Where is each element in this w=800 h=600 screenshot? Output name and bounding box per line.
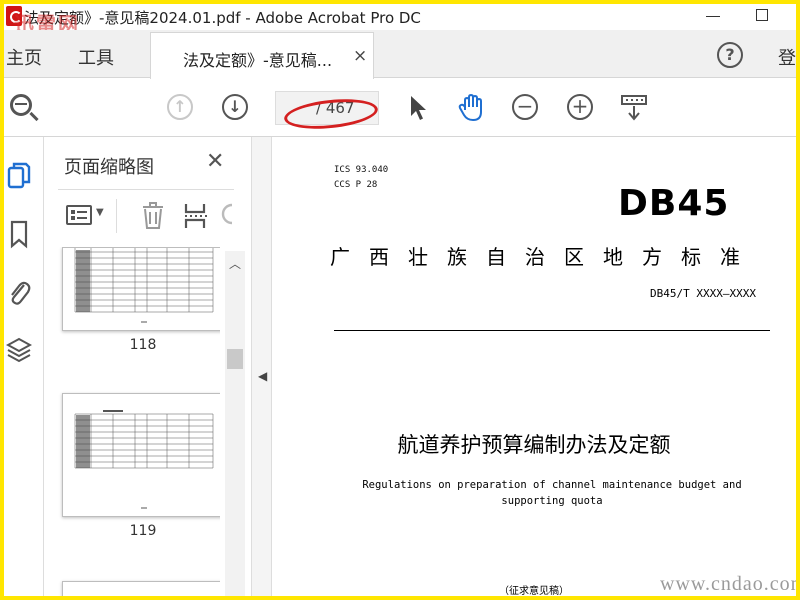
- thumbnail-options-icon[interactable]: [66, 205, 92, 225]
- bookmark-icon[interactable]: [6, 219, 32, 253]
- prev-page-icon[interactable]: ↑: [167, 94, 193, 120]
- watermark-url: www.cndao.com: [660, 573, 796, 595]
- page-thumbnails-panel: 页面缩略图 ✕ ▼ 118 119 ︿: [44, 137, 252, 596]
- minimize-button[interactable]: [706, 9, 720, 23]
- standard-code-logo: DB45: [618, 183, 730, 224]
- thumbnail-page-119[interactable]: [62, 393, 220, 517]
- tab-document[interactable]: 法及定额》-意见稿... ×: [150, 32, 374, 79]
- thumbnail-page-next[interactable]: [62, 581, 220, 596]
- standard-category: 广西壮族自治区地方标准: [330, 245, 759, 269]
- hand-icon[interactable]: [457, 93, 487, 127]
- navigation-rail: [4, 137, 44, 596]
- scroll-mode-icon[interactable]: [620, 94, 648, 122]
- tab-bar: 主页 工具 法及定额》-意见稿... × ? 登录: [4, 30, 796, 79]
- toolbar-separator: [116, 199, 117, 233]
- panel-divider: [58, 189, 234, 190]
- next-page-icon[interactable]: ↓: [222, 94, 248, 120]
- thumbnail-list: 118 119: [58, 247, 220, 596]
- layers-icon[interactable]: [5, 335, 33, 369]
- window-title: 法及定额》-意见稿2024.01.pdf - Adobe Acrobat Pro…: [24, 9, 421, 27]
- document-classification: ICS 93.040 CCS P 28: [334, 163, 388, 193]
- chevron-up-icon[interactable]: ︿: [229, 255, 241, 272]
- ccs-code: CCS P 28: [334, 180, 378, 190]
- ics-code: ICS 93.040: [334, 165, 389, 175]
- thumbnail-page-118[interactable]: [62, 247, 220, 331]
- attachment-icon[interactable]: [6, 277, 32, 311]
- select-cursor-icon[interactable]: [408, 94, 428, 126]
- search-icon[interactable]: [10, 94, 32, 116]
- zoom-in-icon[interactable]: +: [567, 94, 593, 120]
- standard-number: DB45/T XXXX—XXXX: [650, 287, 756, 300]
- maximize-button[interactable]: [756, 9, 768, 21]
- thumbnail-table-preview: [74, 248, 214, 323]
- header-rule: [334, 330, 770, 331]
- zoom-out-icon[interactable]: −: [512, 94, 538, 120]
- document-title-english: Regulations on preparation of channel ma…: [362, 479, 742, 507]
- collapse-arrow-icon[interactable]: ◀: [258, 369, 267, 383]
- close-tab-icon[interactable]: ×: [353, 46, 367, 66]
- acrobat-window: 法及定额》-意见稿2024.01.pdf - Adobe Acrobat Pro…: [4, 4, 796, 596]
- document-page: ICS 93.040 CCS P 28 DB45 广西壮族自治区地方标准 DB4…: [272, 137, 796, 596]
- tab-home[interactable]: 主页: [6, 44, 42, 70]
- thumbnail-table-preview: [74, 410, 214, 509]
- sign-in-link[interactable]: 登录: [778, 44, 796, 70]
- document-tab-label: 法及定额》-意见稿...: [183, 51, 333, 70]
- thumbnail-scrollbar[interactable]: ︿: [225, 251, 245, 596]
- delete-page-icon[interactable]: [140, 201, 166, 235]
- chevron-down-icon[interactable]: ▼: [96, 207, 104, 218]
- tab-tools[interactable]: 工具: [78, 44, 114, 70]
- panel-title: 页面缩略图: [64, 157, 154, 178]
- rotate-page-icon[interactable]: [220, 201, 234, 227]
- document-title: 航道养护预算编制办法及定额: [397, 433, 671, 457]
- thumbnail-page-number: 119: [129, 523, 157, 539]
- close-panel-icon[interactable]: ✕: [206, 149, 224, 174]
- insert-page-icon[interactable]: [182, 201, 208, 235]
- page-thumbnails-icon[interactable]: [6, 161, 32, 195]
- scrollbar-thumb[interactable]: [227, 349, 243, 369]
- title-bar: 法及定额》-意见稿2024.01.pdf - Adobe Acrobat Pro…: [4, 4, 796, 36]
- help-icon[interactable]: ?: [717, 42, 743, 68]
- panel-collapse-strip[interactable]: ◀: [252, 137, 272, 596]
- main-toolbar: ↑ ↓ / 467 − +: [4, 79, 796, 137]
- thumbnail-page-number: 118: [129, 337, 157, 353]
